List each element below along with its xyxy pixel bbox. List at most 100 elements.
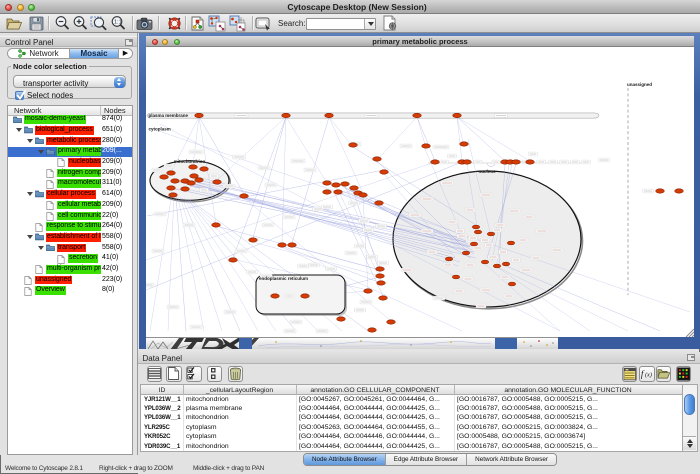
table-scrollbar[interactable]: [683, 384, 698, 452]
zoom-in-icon[interactable]: [72, 14, 88, 32]
network-node[interactable]: [373, 157, 382, 161]
network-node[interactable]: [167, 186, 176, 190]
network-node[interactable]: [460, 142, 469, 146]
scrollbar-arrows[interactable]: [683, 436, 696, 450]
table-cell[interactable]: [GO:0016787, GO:0005488, GO:0005215, G..…: [457, 396, 680, 403]
table-cell[interactable]: mitochondrion: [186, 414, 294, 421]
network-node[interactable]: [271, 294, 280, 298]
tree-row[interactable]: macromolecule311(0): [8, 179, 132, 189]
search-dropdown-arrow-icon[interactable]: [364, 19, 375, 29]
network-node[interactable]: [323, 190, 332, 194]
table-column-header[interactable]: annotation.GO CELLULAR_COMPONENT: [296, 387, 454, 394]
network-node[interactable]: [167, 171, 176, 175]
network-node[interactable]: [512, 160, 521, 164]
table-cell[interactable]: YDR039C__1: [144, 443, 181, 450]
zoom-fit-icon[interactable]: [90, 14, 107, 32]
network-node[interactable]: [422, 144, 431, 148]
network-node[interactable]: [493, 264, 500, 268]
save-icon[interactable]: [29, 14, 44, 32]
network-node[interactable]: [341, 182, 350, 186]
tree-row[interactable]: cellular process614(0): [8, 189, 132, 199]
network-window-titlebar[interactable]: primary metabolic process: [146, 36, 694, 47]
network-node[interactable]: [526, 160, 535, 164]
tree-row[interactable]: response to stimulu264(0): [8, 222, 132, 232]
network-node[interactable]: [487, 232, 494, 236]
network-node[interactable]: [387, 320, 396, 324]
window-titlebar[interactable]: Cytoscape Desktop (New Session): [0, 0, 700, 14]
network-node[interactable]: [507, 241, 514, 245]
network-node[interactable]: [212, 223, 221, 227]
table-cell[interactable]: YPL036W__2: [144, 405, 181, 412]
table-cell[interactable]: YPL036W__1: [144, 414, 181, 421]
network-node[interactable]: [368, 328, 377, 332]
network-node[interactable]: [470, 242, 477, 246]
table-cell[interactable]: cytoplasm: [186, 433, 294, 440]
tree-row[interactable]: nitrogen compou209(0): [8, 168, 132, 178]
network-node[interactable]: [187, 181, 196, 185]
zoom-out-icon[interactable]: [54, 14, 70, 32]
tree-row[interactable]: unassigned223(0): [8, 275, 132, 285]
table-column-header[interactable]: ID: [141, 387, 183, 394]
table-cell[interactable]: [GO:0044464, GO:0044444, GO:0044425, G..…: [299, 414, 452, 421]
network-node[interactable]: [160, 175, 169, 179]
network-node[interactable]: [375, 201, 384, 205]
close-button[interactable]: [5, 4, 12, 11]
search-advanced-icon[interactable]: [382, 14, 398, 32]
table-column-header[interactable]: _cellularLayoutRegion: [183, 387, 296, 394]
tree-row[interactable]: primary metabolic209(...: [8, 147, 132, 157]
network-node[interactable]: [181, 187, 190, 191]
network-node[interactable]: [200, 167, 209, 171]
table-cell[interactable]: [GO:0044464, GO:0044446, GO:0044444, G..…: [299, 433, 452, 440]
tree-row[interactable]: cellular metabol209(0): [8, 200, 132, 210]
network-node[interactable]: [376, 274, 385, 278]
network-node[interactable]: [195, 113, 204, 117]
node-color-combobox[interactable]: transporter activity: [13, 75, 126, 88]
table-cell[interactable]: [GO:0044464, GO:0044444, GO:0044425, G..…: [299, 405, 452, 412]
network-node[interactable]: [656, 189, 665, 193]
open-folder-icon[interactable]: [6, 14, 23, 32]
network-node[interactable]: [502, 262, 509, 266]
network-view-window[interactable]: primary metabolic process plasma membran…: [139, 33, 700, 349]
table-cell[interactable]: [GO:0045267, GO:0045261, GO:0044464, G..…: [299, 396, 452, 403]
network-node[interactable]: [481, 260, 488, 264]
table-cell[interactable]: [GO:0016787, GO:0005488, GO:0005215, G..…: [457, 405, 680, 412]
network-node[interactable]: [376, 267, 385, 271]
network-node[interactable]: [377, 281, 386, 285]
table-cell[interactable]: mitochondrion: [186, 396, 294, 403]
select-attributes-icon[interactable]: [186, 366, 202, 383]
annotation-icon[interactable]: [255, 14, 272, 32]
network-node[interactable]: [282, 113, 291, 117]
network-node[interactable]: [229, 258, 238, 262]
network-node[interactable]: [337, 317, 346, 321]
table-cell[interactable]: [GO:0016787, GO:0005488, GO:0005215, G..…: [457, 443, 680, 450]
table-cell[interactable]: YLR295C: [144, 424, 181, 431]
network-node[interactable]: [463, 160, 472, 164]
tree-row[interactable]: establishment of lo558(0): [8, 232, 132, 242]
network-node[interactable]: [453, 113, 462, 117]
combobox-stepper-icon[interactable]: [114, 77, 125, 88]
new-attribute-icon[interactable]: [166, 366, 182, 383]
tree-row[interactable]: mosaic-demo-yeast874(0): [8, 115, 132, 125]
float-panel-icon[interactable]: [125, 39, 133, 46]
network-modify-icon[interactable]: [229, 14, 247, 32]
network-node[interactable]: [349, 143, 358, 147]
network-node[interactable]: [332, 183, 341, 187]
matrix-view-icon[interactable]: [676, 366, 692, 383]
network-node[interactable]: [249, 238, 258, 242]
tab-mosaic[interactable]: Mosaic: [69, 49, 119, 58]
network-node[interactable]: [325, 113, 334, 117]
attribute-form-icon[interactable]: [622, 366, 638, 383]
network-node[interactable]: [474, 230, 481, 234]
network-node[interactable]: [301, 294, 310, 298]
network-node[interactable]: [189, 165, 198, 169]
float-data-panel-icon[interactable]: [687, 354, 695, 361]
tree-row[interactable]: metabolic process280(0): [8, 136, 132, 146]
attribute-grid-icon[interactable]: [147, 366, 163, 383]
network-node[interactable]: [364, 289, 373, 293]
import-attributes-icon[interactable]: [656, 366, 672, 383]
table-cell[interactable]: cytoplasm: [186, 424, 294, 431]
table-cell[interactable]: YKR052C: [144, 433, 181, 440]
network-node[interactable]: [334, 190, 343, 194]
tree-row[interactable]: biological_process651(0): [8, 125, 132, 135]
network-node[interactable]: [240, 194, 249, 198]
